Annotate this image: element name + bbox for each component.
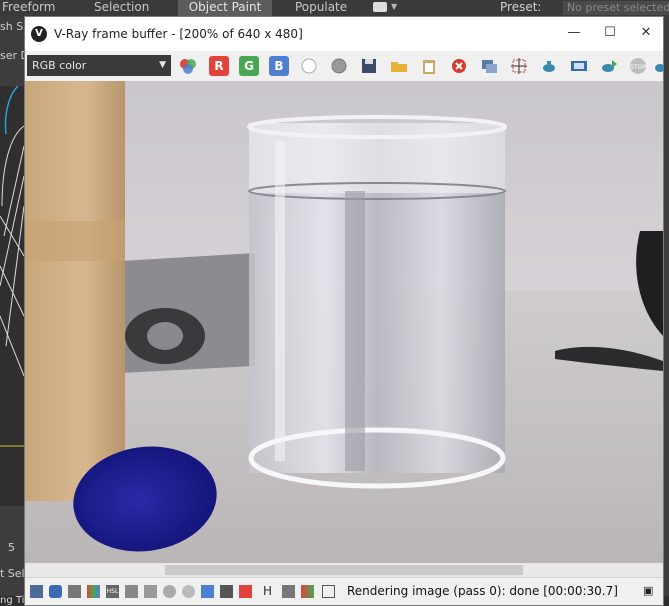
region-render-icon[interactable] [509, 56, 529, 76]
save-icon[interactable] [359, 56, 379, 76]
red-channel-button[interactable]: R [209, 56, 229, 76]
render-preview [25, 81, 663, 563]
clipboard-icon[interactable] [419, 56, 439, 76]
preset-select[interactable]: No preset selected [563, 1, 669, 15]
hsl-icon[interactable]: HSL [106, 585, 119, 598]
layers-icon[interactable] [68, 585, 81, 598]
scrollbar-thumb[interactable] [165, 565, 523, 575]
white-balance-icon[interactable] [182, 585, 195, 598]
color-balance-icon[interactable] [201, 585, 214, 598]
svg-text:STOP: STOP [630, 64, 646, 71]
lut-icon[interactable] [220, 585, 233, 598]
levels-icon[interactable] [125, 585, 138, 598]
ribbon-bar: Freeform Selection Object Paint Populate… [0, 0, 669, 16]
green-channel-button[interactable]: G [239, 56, 259, 76]
duplicate-icon[interactable] [479, 56, 499, 76]
horizontal-scrollbar[interactable] [25, 563, 663, 577]
left-label-2: sh S [0, 20, 24, 33]
interactive-render-icon[interactable] [599, 56, 619, 76]
vray-frame-buffer-window: V V-Ray frame buffer - [200% of 640 x 48… [24, 16, 664, 606]
blue-channel-button[interactable]: B [269, 56, 289, 76]
stop-render-icon[interactable]: STOP [628, 56, 648, 76]
chevron-down-icon[interactable]: ▼ [391, 2, 397, 11]
background-icon[interactable] [301, 585, 314, 598]
viewport-strip: ser D sh S 5 t Sel [0, 16, 24, 606]
color-channels-icon[interactable] [178, 56, 198, 76]
clear-image-icon[interactable] [449, 56, 469, 76]
render-status-text: Rendering image (pass 0): done [00:00:30… [347, 584, 618, 598]
channel-select[interactable]: RGB color ▼ [27, 55, 171, 76]
left-label-4: t Sel [0, 567, 24, 580]
film-strip-icon[interactable] [569, 56, 589, 76]
settings-icon[interactable] [322, 585, 335, 598]
tab-object-paint[interactable]: Object Paint [178, 0, 272, 16]
chevron-down-icon: ▼ [159, 60, 166, 70]
preset-label: Preset: [500, 0, 542, 14]
channel-select-value: RGB color [32, 59, 87, 72]
vfb-status-bar: HSL H Rendering image (pass 0): done [00… [25, 577, 663, 605]
overflow-teapot-icon[interactable] [652, 56, 664, 76]
open-folder-icon[interactable] [389, 56, 409, 76]
left-label-3: 5 [8, 541, 15, 554]
window-title: V-Ray frame buffer - [200% of 640 x 480] [54, 27, 303, 41]
ribbon-dropdown-icon[interactable] [373, 2, 387, 12]
alpha-white-icon[interactable] [299, 56, 319, 76]
lens-effects-icon[interactable] [49, 585, 62, 598]
close-button[interactable]: ✕ [629, 21, 663, 45]
minimize-button[interactable]: — [557, 21, 591, 45]
h-icon[interactable]: H [261, 585, 274, 598]
render-teapot-icon[interactable] [539, 56, 559, 76]
stamp-icon[interactable] [87, 585, 100, 598]
vray-logo-icon: V [31, 26, 47, 42]
right-strip [664, 16, 669, 606]
rendered-image[interactable] [25, 81, 663, 563]
exposure-icon[interactable] [163, 585, 176, 598]
curve-icon[interactable] [144, 585, 157, 598]
vfb-toolbar: RGB color ▼ R G B STOP [25, 51, 664, 81]
tab-populate[interactable]: Populate [295, 0, 347, 16]
left-label-1: ser D [0, 49, 24, 62]
ocio-icon[interactable] [239, 585, 252, 598]
pin-icon[interactable] [282, 585, 295, 598]
title-bar[interactable]: V V-Ray frame buffer - [200% of 640 x 48… [25, 17, 663, 51]
tab-selection[interactable]: Selection [94, 0, 149, 16]
vfb-history-icon[interactable] [30, 585, 43, 598]
status-close-icon[interactable]: ▣ [643, 584, 655, 597]
monochrome-icon[interactable] [329, 56, 349, 76]
maximize-button[interactable]: ☐ [593, 21, 627, 45]
viewport-wireframe[interactable] [0, 85, 24, 506]
tab-freeform[interactable]: Freeform [2, 0, 55, 16]
